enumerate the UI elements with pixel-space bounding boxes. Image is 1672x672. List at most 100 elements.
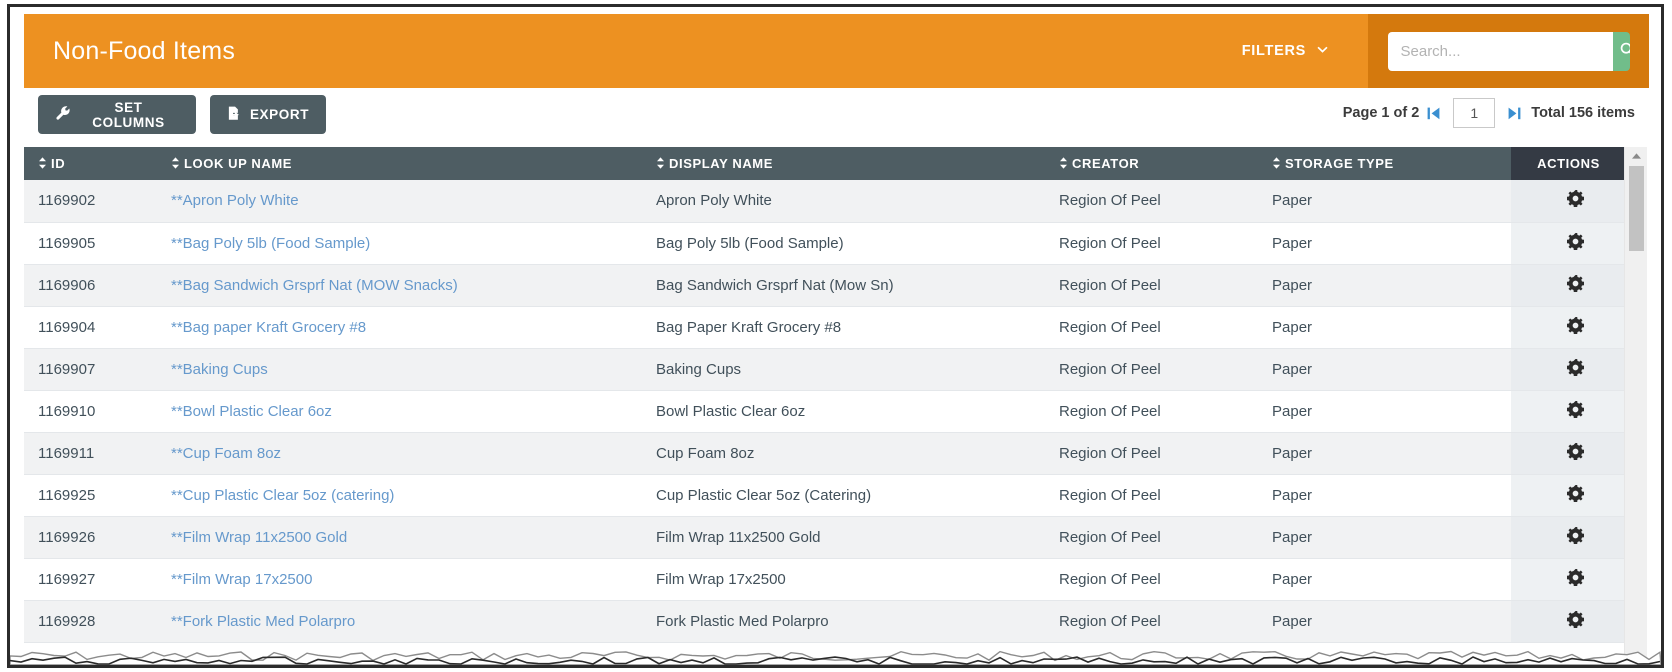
cell-storage-type: Paper [1258,432,1511,475]
column-header-label: CREATOR [1072,156,1140,171]
cell-display-name: Bag Paper Kraft Grocery #8 [642,306,1045,349]
gear-icon[interactable] [1567,400,1584,418]
cell-storage-type: Paper [1258,348,1511,391]
cell-id: 1169910 [24,390,157,433]
vertical-scrollbar[interactable] [1624,147,1647,665]
last-page-icon[interactable] [1507,106,1521,121]
cell-lookup-name: **Bag Sandwich Grsprf Nat (MOW Snacks) [157,264,642,307]
column-header-label: DISPLAY NAME [669,156,774,171]
cell-actions [1511,474,1626,517]
cell-id: 1169927 [24,558,157,601]
cell-id: 1169905 [24,222,157,265]
table-row: 1169925 **Cup Plastic Clear 5oz (catering… [24,474,1626,517]
lookup-name-link[interactable]: **Apron Poly White [171,192,299,209]
total-items-label: Total 156 items [1531,105,1635,121]
lookup-name-link[interactable]: **Bowl Plastic Clear 6oz [171,403,332,420]
gear-icon[interactable] [1567,316,1584,334]
lookup-name-link[interactable]: **Bag Poly 5lb (Food Sample) [171,235,370,252]
lookup-name-link[interactable]: **Cup Plastic Clear 5oz (catering) [171,487,394,504]
cell-storage-type: Paper [1258,390,1511,433]
cell-lookup-name: **Bag Poly 5lb (Food Sample) [157,222,642,265]
page-number-input[interactable] [1453,98,1496,128]
filters-label: FILTERS [1241,43,1306,59]
gear-icon[interactable] [1567,358,1584,376]
table-head: ID LOOK UP NAME DISPLAY NAME CREATOR STORAGE… [24,147,1626,180]
gear-icon[interactable] [1567,232,1584,250]
cell-id: 1169904 [24,306,157,349]
gear-icon[interactable] [1567,274,1584,292]
column-header-storage-type[interactable]: STORAGE TYPE [1258,147,1511,180]
cell-actions [1511,306,1626,349]
cell-creator: Region Of Peel [1045,600,1258,643]
column-header-look-up-name[interactable]: LOOK UP NAME [157,147,642,180]
cell-creator: Region Of Peel [1045,516,1258,559]
table-row: 1169902 **Apron Poly White Apron Poly Whit… [24,180,1626,223]
sort-icon [1272,156,1285,171]
cell-display-name: Bag Sandwich Grsprf Nat (Mow Sn) [642,264,1045,307]
cell-display-name: Bowl Plastic Clear 6oz [642,390,1045,433]
file-export-icon [227,106,242,124]
gear-icon[interactable] [1567,190,1584,208]
gear-icon[interactable] [1567,484,1584,502]
search-container [1387,31,1630,71]
cell-storage-type: Paper [1258,558,1511,601]
lookup-name-link[interactable]: **Baking Cups [171,361,268,378]
first-page-icon[interactable] [1427,106,1441,121]
table-row: 1169906 **Bag Sandwich Grsprf Nat (MOW Sn… [24,264,1626,307]
lookup-name-link[interactable]: **Bag Sandwich Grsprf Nat (MOW Snacks) [171,277,458,294]
cell-actions [1511,390,1626,433]
cell-id: 1169925 [24,474,157,517]
table-row: 1169907 **Baking Cups Baking Cups Region Of… [24,348,1626,391]
cell-creator: Region Of Peel [1045,474,1258,517]
cell-display-name: Fork Plastic Med Polarpro [642,600,1045,643]
cell-id: 1169911 [24,432,157,475]
search-input[interactable] [1387,31,1613,71]
toolbar: SET COLUMNS EXPORT Page 1 of 2 1 Total 1… [24,95,1649,141]
table-row: 1169911 **Cup Foam 8oz Cup Foam 8oz Region … [24,432,1626,475]
data-table-container: ID LOOK UP NAME DISPLAY NAME CREATOR STORAGE… [24,147,1649,665]
gear-icon[interactable] [1567,568,1584,586]
table-header-row: ID LOOK UP NAME DISPLAY NAME CREATOR STORAGE… [24,147,1626,180]
export-button[interactable]: EXPORT [210,95,326,134]
lookup-name-link[interactable]: **Cup Foam 8oz [171,445,281,462]
column-header-label: ACTIONS [1537,156,1600,171]
cell-storage-type: Paper [1258,180,1511,223]
search-button[interactable] [1612,31,1630,71]
gear-icon[interactable] [1567,610,1584,628]
gear-icon[interactable] [1567,526,1584,544]
page-label: Page 1 of 2 [1342,105,1420,121]
cell-creator: Region Of Peel [1045,558,1258,601]
set-columns-button[interactable]: SET COLUMNS [38,95,196,134]
export-label: EXPORT [249,107,310,122]
column-header-display-name[interactable]: DISPLAY NAME [642,147,1045,180]
gear-icon[interactable] [1567,442,1584,460]
column-header-label: LOOK UP NAME [184,156,293,171]
search-zone [1368,14,1649,88]
table-row: 1169904 **Bag paper Kraft Grocery #8 Bag P… [24,306,1626,349]
cell-lookup-name: **Apron Poly White [157,180,642,223]
sort-icon [171,156,184,171]
sort-icon [1059,156,1072,171]
column-header-creator[interactable]: CREATOR [1045,147,1258,180]
lookup-name-link[interactable]: **Bag paper Kraft Grocery #8 [171,319,366,336]
cell-id: 1169906 [24,264,157,307]
cell-storage-type: Paper [1258,306,1511,349]
column-header-id[interactable]: ID [24,147,157,180]
panel-header: Non-Food Items FILTERS [24,14,1649,88]
cell-id: 1169907 [24,348,157,391]
scrollbar-thumb[interactable] [1629,166,1644,251]
lookup-name-link[interactable]: **Fork Plastic Med Polarpro [171,613,355,630]
cell-actions [1511,348,1626,391]
table-row: 1169910 **Bowl Plastic Clear 6oz Bowl Plas… [24,390,1626,433]
cell-actions [1511,600,1626,643]
wrench-icon [56,105,71,124]
cell-creator: Region Of Peel [1045,306,1258,349]
caret-up-icon[interactable] [1625,147,1647,164]
cell-creator: Region Of Peel [1045,348,1258,391]
filters-button[interactable]: FILTERS [1242,43,1330,59]
lookup-name-link[interactable]: **Film Wrap 17x2500 [171,571,312,588]
lookup-name-link[interactable]: **Film Wrap 11x2500 Gold [171,529,347,546]
cell-creator: Region Of Peel [1045,432,1258,475]
cell-id: 1169926 [24,516,157,559]
cell-lookup-name: **Baking Cups [157,348,642,391]
